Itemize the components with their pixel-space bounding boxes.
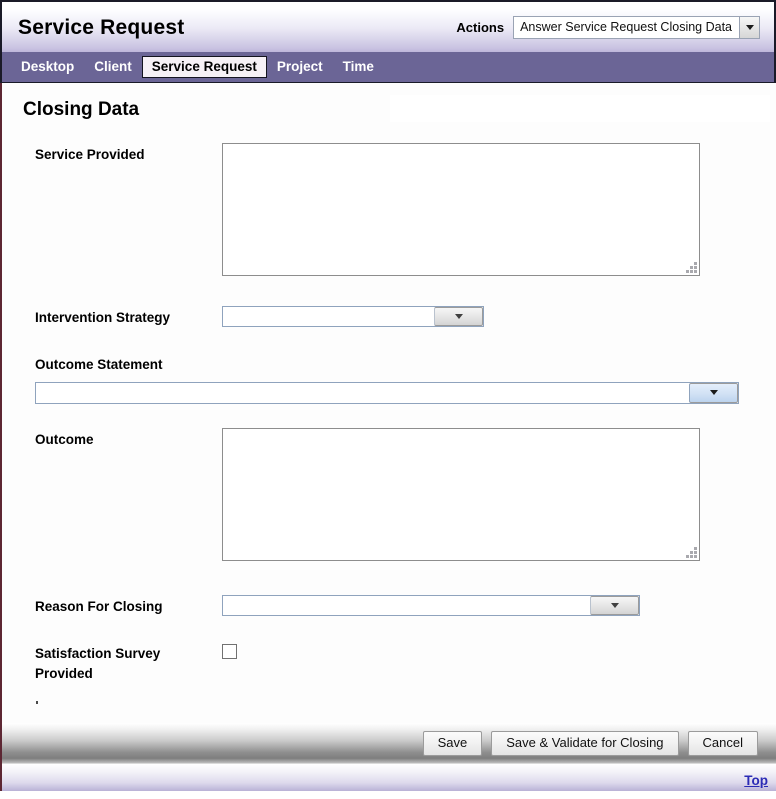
field-row-outcome: Outcome xyxy=(2,428,776,562)
intervention-strategy-label: Intervention Strategy xyxy=(35,310,171,325)
closing-data-form: Service Provided Intervention Strategy O… xyxy=(2,121,776,704)
outcome-label: Outcome xyxy=(35,432,94,448)
service-request-app: Service Request Actions Answer Service R… xyxy=(0,0,776,799)
resize-grip-icon[interactable] xyxy=(684,545,697,559)
save-button[interactable]: Save xyxy=(422,730,483,757)
reason-for-closing-value xyxy=(223,596,590,616)
app-title: Service Request xyxy=(18,15,185,39)
outcome-statement-value xyxy=(36,383,689,404)
title-underlay xyxy=(390,95,770,122)
intervention-strategy-select[interactable] xyxy=(222,306,484,327)
page-artifact-dot xyxy=(36,701,38,704)
content-area: Closing Data Service Provided Interventi… xyxy=(0,83,776,723)
tab-desktop[interactable]: Desktop xyxy=(11,56,84,79)
field-row-reason-for-closing: Reason For Closing xyxy=(2,595,776,617)
satisfaction-survey-label-line2: Provided xyxy=(35,665,93,681)
service-provided-textarea[interactable] xyxy=(222,143,700,276)
chevron-down-glyph xyxy=(709,390,718,396)
tab-service-request[interactable]: Service Request xyxy=(141,55,267,79)
chevron-down-icon[interactable] xyxy=(739,16,759,38)
field-row-satisfaction-survey: Satisfaction Survey Provided xyxy=(2,642,776,685)
satisfaction-survey-label-line1: Satisfaction Survey xyxy=(35,645,161,661)
service-provided-label: Service Provided xyxy=(35,147,145,162)
actions-dropdown-value: Answer Service Request Closing Data xyxy=(514,16,739,38)
footer-button-bar: Save Save & Validate for Closing Cancel xyxy=(0,723,776,764)
chevron-down-icon[interactable] xyxy=(434,307,483,326)
outcome-statement-field xyxy=(35,382,739,405)
outcome-textarea[interactable] xyxy=(222,428,700,562)
actions-area: Actions Answer Service Request Closing D… xyxy=(456,15,764,39)
actions-dropdown[interactable]: Answer Service Request Closing Data xyxy=(513,15,760,39)
save-validate-button[interactable]: Save & Validate for Closing xyxy=(491,730,679,757)
top-link[interactable]: Top xyxy=(744,773,768,789)
resize-grip-icon[interactable] xyxy=(684,260,697,273)
tab-client[interactable]: Client xyxy=(84,56,142,79)
actions-label: Actions xyxy=(456,19,505,35)
field-row-service-provided: Service Provided xyxy=(2,143,776,276)
main-navigation: Desktop Client Service Request Project T… xyxy=(0,52,776,83)
title-bar: Service Request Actions Answer Service R… xyxy=(0,0,776,52)
tab-project[interactable]: Project xyxy=(267,56,333,79)
reason-for-closing-label: Reason For Closing xyxy=(35,599,163,615)
field-row-intervention-strategy: Intervention Strategy xyxy=(2,306,776,328)
intervention-strategy-value xyxy=(223,307,434,326)
chevron-down-glyph xyxy=(454,313,463,319)
outcome-statement-label: Outcome Statement xyxy=(35,357,163,373)
chevron-down-icon[interactable] xyxy=(689,383,738,404)
outcome-statement-select[interactable] xyxy=(35,382,739,405)
satisfaction-survey-checkbox[interactable] xyxy=(222,643,237,659)
tab-time[interactable]: Time xyxy=(333,56,384,79)
reason-for-closing-select[interactable] xyxy=(222,595,640,617)
bottom-strip: Top xyxy=(0,764,776,791)
chevron-down-icon[interactable] xyxy=(590,596,639,616)
chevron-down-glyph xyxy=(610,602,619,608)
satisfaction-survey-label: Satisfaction Survey Provided xyxy=(35,642,222,685)
cancel-button[interactable]: Cancel xyxy=(687,730,758,757)
chevron-down-glyph xyxy=(745,24,754,30)
